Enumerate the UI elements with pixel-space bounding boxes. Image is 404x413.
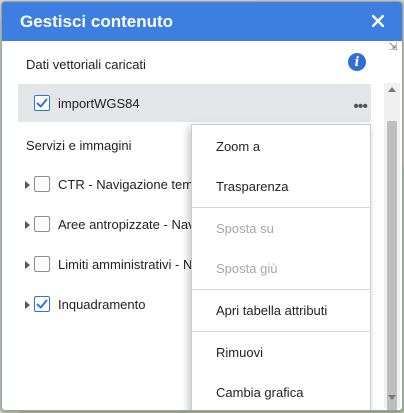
service-row[interactable]: CTR - Navigazione temporale bbox=[2, 167, 192, 203]
layer-label: CTR - Navigazione temporale bbox=[58, 177, 192, 192]
panel-header: Gestisci contenuto bbox=[2, 2, 402, 41]
menu-item-transparency[interactable]: Trasparenza bbox=[192, 166, 370, 206]
scroll-up-icon[interactable] bbox=[388, 87, 396, 92]
layer-checkbox[interactable] bbox=[34, 296, 50, 312]
expand-caret-icon[interactable] bbox=[25, 301, 30, 309]
service-row[interactable]: Limiti amministrativi - Navigazione temp… bbox=[2, 247, 192, 283]
scrollbar[interactable] bbox=[384, 83, 400, 410]
scroll-down-icon[interactable] bbox=[388, 395, 396, 400]
service-row[interactable]: Aree antropizzate - Navigazione temporal… bbox=[2, 207, 192, 243]
menu-item-move-down: Sposta giù bbox=[192, 248, 370, 288]
layer-checkbox[interactable] bbox=[34, 176, 50, 192]
menu-item-remove[interactable]: Rimuovi bbox=[192, 332, 370, 372]
layer-context-menu: Zoom a Trasparenza Sposta su Sposta giù … bbox=[191, 124, 371, 410]
menu-item-label: Sposta giù bbox=[216, 260, 278, 276]
scrollbar-thumb[interactable] bbox=[387, 121, 397, 410]
menu-item-zoom[interactable]: Zoom a bbox=[192, 126, 370, 166]
checkmark-icon bbox=[36, 299, 48, 309]
menu-item-change-style[interactable]: Cambia grafica bbox=[192, 372, 370, 410]
layer-label: importWGS84 bbox=[58, 96, 140, 111]
layer-checkbox[interactable] bbox=[34, 256, 50, 272]
manage-content-panel: Gestisci contenuto ⇲ Dati vettoriali car… bbox=[1, 1, 403, 411]
layer-label: Inquadramento bbox=[58, 297, 146, 312]
panel-title: Gestisci contenuto bbox=[20, 11, 174, 31]
services-section-title: Servizi e immagini bbox=[26, 138, 132, 153]
menu-item-label: Apri tabella attributi bbox=[216, 302, 328, 318]
service-row[interactable]: Inquadramento bbox=[2, 287, 192, 323]
resize-handle-icon[interactable]: ⇲ bbox=[387, 41, 399, 53]
expand-caret-icon[interactable] bbox=[25, 261, 30, 269]
menu-item-label: Trasparenza bbox=[216, 178, 289, 194]
expand-caret-icon[interactable] bbox=[25, 181, 30, 189]
menu-item-open-attribute-table[interactable]: Apri tabella attributi bbox=[192, 290, 370, 330]
menu-item-move-up: Sposta su bbox=[192, 208, 370, 248]
layer-label: Aree antropizzate - Navigazione temporal… bbox=[58, 217, 192, 232]
layer-checkbox[interactable] bbox=[34, 216, 50, 232]
vector-layer-row[interactable]: importWGS84 ••• bbox=[18, 84, 371, 122]
menu-item-label: Rimuovi bbox=[216, 344, 263, 360]
menu-item-label: Zoom a bbox=[216, 138, 261, 154]
menu-item-label: Sposta su bbox=[216, 220, 274, 236]
info-icon[interactable]: i bbox=[348, 53, 366, 71]
vector-section-title: Dati vettoriali caricati bbox=[26, 57, 146, 72]
expand-caret-icon[interactable] bbox=[25, 221, 30, 229]
close-icon[interactable] bbox=[368, 11, 388, 31]
menu-item-label: Cambia grafica bbox=[216, 384, 304, 400]
layer-checkbox[interactable] bbox=[34, 95, 50, 111]
more-options-icon[interactable]: ••• bbox=[353, 99, 368, 115]
layer-label: Limiti amministrativi - Navigazione temp… bbox=[58, 257, 192, 272]
checkmark-icon bbox=[36, 98, 48, 108]
